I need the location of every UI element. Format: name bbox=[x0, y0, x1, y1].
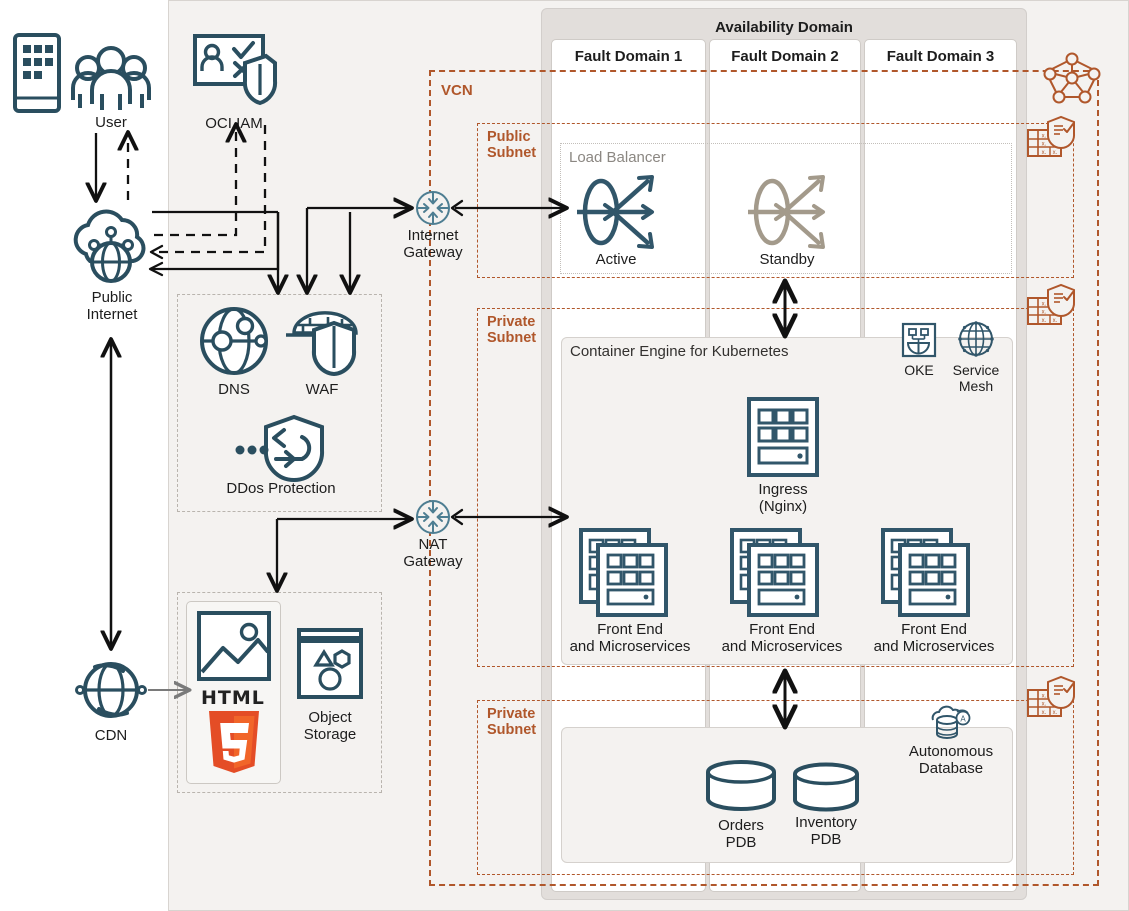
connector-arrows bbox=[0, 0, 1129, 911]
